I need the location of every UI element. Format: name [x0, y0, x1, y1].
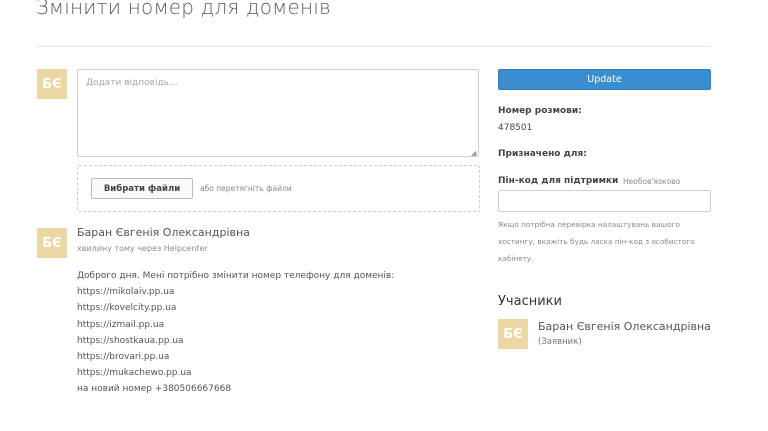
conversation-number-label: Номер розмови:: [498, 106, 582, 116]
pin-help-line: хостингу, вкажіть будь ласка пін-код з о…: [498, 237, 695, 246]
participant-role: (Заявник): [538, 337, 582, 347]
conversation-number-value: 478501: [498, 123, 533, 133]
choose-files-button[interactable]: Вибрати файли: [91, 178, 193, 199]
reply-avatar: БЄ: [37, 69, 67, 99]
comment-body: Доброго дня. Мені потрібно змінити номер…: [77, 268, 394, 398]
pin-help-text: Якщо потрібна перевірка налаштувань вашо…: [498, 216, 723, 267]
comment-link[interactable]: https://kovelcity.pp.ua: [77, 300, 394, 316]
pin-label: Пін-код для підтримки: [498, 176, 619, 186]
assigned-to-label: Призначено для:: [498, 149, 587, 159]
comment-line: Доброго дня. Мені потрібно змінити номер…: [77, 271, 395, 281]
reply-textarea[interactable]: [77, 69, 479, 157]
comment-avatar: БЄ: [37, 228, 67, 258]
comment-line: на новий номер +380506667668: [77, 384, 232, 395]
participants-heading: Учасники: [498, 294, 562, 309]
update-button[interactable]: Update: [498, 69, 711, 90]
participant-avatar: БЄ: [498, 319, 528, 349]
comment-author: Баран Євгенія Олександрівна: [77, 226, 250, 239]
file-drop-zone[interactable]: Вибрати файли або перетягніть файли: [77, 165, 480, 212]
comment-link[interactable]: https://mukachewo.pp.ua: [77, 365, 394, 381]
drop-hint: або перетягніть файли: [200, 184, 292, 193]
participant-name: Баран Євгенія Олександрівна: [538, 320, 711, 333]
resize-grip-icon[interactable]: ◢: [471, 150, 478, 157]
pin-input[interactable]: [498, 190, 711, 212]
comment-link[interactable]: https://mikolaiv.pp.ua: [77, 284, 394, 300]
pin-optional-tag: Необов'язково: [623, 177, 681, 186]
pin-help-line: Якщо потрібна перевірка налаштувань вашо…: [498, 220, 680, 229]
comment-meta: хвилину тому через Helpcenter: [77, 244, 208, 253]
title-divider: [36, 46, 711, 47]
comment-link[interactable]: https://izmail.pp.ua: [77, 317, 394, 333]
pin-help-line: кабінету.: [498, 254, 534, 263]
comment-link[interactable]: https://shostkaua.pp.ua: [77, 333, 394, 349]
comment-link[interactable]: https://brovari.pp.ua: [77, 349, 394, 365]
page-title: Змінити номер для доменів: [36, 0, 331, 19]
